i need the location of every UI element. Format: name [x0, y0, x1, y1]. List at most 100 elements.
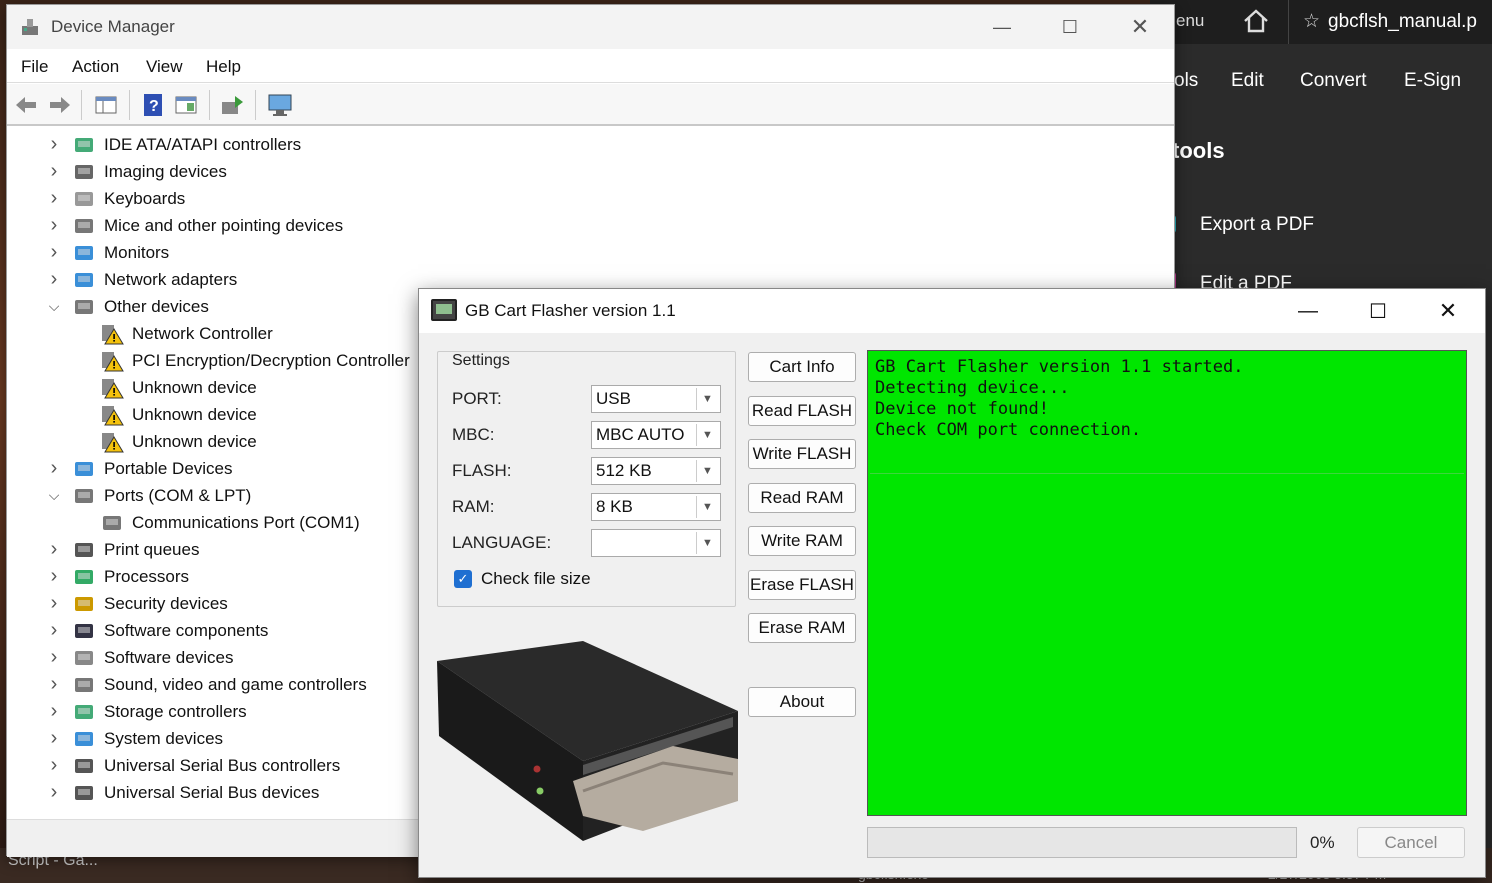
- tree-device[interactable]: PCI Encryption/Decryption Controller: [100, 347, 410, 374]
- chevron-right-icon[interactable]: ›: [44, 700, 64, 723]
- tree-category[interactable]: › Software components: [44, 617, 269, 644]
- port-select[interactable]: USB ▼: [591, 385, 721, 413]
- chevron-down-icon[interactable]: ▼: [696, 460, 718, 482]
- gb-app-icon: [431, 299, 457, 321]
- tree-category[interactable]: › Storage controllers: [44, 698, 247, 725]
- tree-category[interactable]: › Mice and other pointing devices: [44, 212, 343, 239]
- mbc-select[interactable]: MBC AUTO ▼: [591, 421, 721, 449]
- gb-titlebar[interactable]: GB Cart Flasher version 1.1 — ☐ ✕: [419, 289, 1485, 333]
- forward-icon[interactable]: [47, 92, 73, 118]
- tree-category[interactable]: › Security devices: [44, 590, 228, 617]
- tree-device[interactable]: Unknown device: [100, 428, 257, 455]
- tree-category[interactable]: › Universal Serial Bus controllers: [44, 752, 341, 779]
- warning-device-icon: [100, 323, 124, 345]
- chevron-right-icon[interactable]: ›: [44, 727, 64, 750]
- check-file-size-label[interactable]: Check file size: [481, 569, 591, 589]
- tree-category[interactable]: › Print queues: [44, 536, 200, 563]
- read-ram-button[interactable]: Read RAM: [748, 483, 856, 513]
- tree-item-label: Portable Devices: [104, 458, 233, 478]
- erase-flash-button[interactable]: Erase FLASH: [748, 570, 856, 600]
- chevron-down-icon[interactable]: ▼: [696, 532, 718, 554]
- maximize-button[interactable]: ☐: [1343, 289, 1413, 333]
- tree-device[interactable]: Unknown device: [100, 374, 257, 401]
- chevron-right-icon[interactable]: ›: [44, 565, 64, 588]
- tree-item-label: IDE ATA/ATAPI controllers: [104, 134, 302, 154]
- tree-item-label: PCI Encryption/Decryption Controller: [132, 350, 410, 370]
- nav-edit[interactable]: Edit: [1231, 70, 1264, 92]
- chevron-down-icon[interactable]: ⌵: [44, 487, 64, 504]
- tree-category[interactable]: › Network adapters: [44, 266, 238, 293]
- flash-select[interactable]: 512 KB ▼: [591, 457, 721, 485]
- chevron-right-icon[interactable]: ›: [44, 619, 64, 642]
- chevron-right-icon[interactable]: ›: [44, 268, 64, 291]
- language-select[interactable]: ▼: [591, 529, 721, 557]
- tree-category[interactable]: › Portable Devices: [44, 455, 233, 482]
- scan-hardware-changes-icon[interactable]: [265, 92, 295, 118]
- chevron-right-icon[interactable]: ›: [44, 241, 64, 264]
- chevron-right-icon[interactable]: ›: [44, 538, 64, 561]
- tree-device[interactable]: Communications Port (COM1): [100, 509, 360, 536]
- erase-ram-button[interactable]: Erase RAM: [748, 613, 856, 643]
- device-manager-titlebar[interactable]: Device Manager — ☐ ✕: [7, 5, 1174, 49]
- tree-category[interactable]: › IDE ATA/ATAPI controllers: [44, 131, 301, 158]
- chevron-right-icon[interactable]: ›: [44, 133, 64, 156]
- document-tab[interactable]: ☆ gbcflsh_manual.p: [1288, 0, 1492, 44]
- tree-device[interactable]: Network Controller: [100, 320, 273, 347]
- chevron-right-icon[interactable]: ›: [44, 187, 64, 210]
- ram-select[interactable]: 8 KB ▼: [591, 493, 721, 521]
- chevron-right-icon[interactable]: ›: [44, 646, 64, 669]
- check-file-size-checkbox[interactable]: ✓: [454, 570, 472, 588]
- update-driver-icon[interactable]: [219, 92, 245, 118]
- chevron-right-icon[interactable]: ›: [44, 754, 64, 777]
- home-icon[interactable]: [1242, 8, 1270, 34]
- cart-info-button[interactable]: Cart Info: [748, 352, 856, 382]
- tree-category[interactable]: › Sound, video and game controllers: [44, 671, 367, 698]
- back-icon[interactable]: [13, 92, 39, 118]
- star-icon[interactable]: ☆: [1303, 11, 1320, 32]
- chevron-down-icon[interactable]: ▼: [696, 388, 718, 410]
- menu-action[interactable]: Action: [72, 57, 119, 77]
- minimize-button[interactable]: —: [967, 5, 1037, 49]
- about-button[interactable]: About: [748, 687, 856, 717]
- export-pdf-item[interactable]: Export a PDF: [1200, 214, 1314, 236]
- chevron-right-icon[interactable]: ›: [44, 214, 64, 237]
- nav-tools-fragment[interactable]: ols: [1174, 70, 1198, 92]
- system-device-icon: [72, 728, 96, 750]
- read-flash-button[interactable]: Read FLASH: [748, 396, 856, 426]
- minimize-button[interactable]: —: [1273, 289, 1343, 333]
- menu-fragment[interactable]: enu: [1176, 11, 1204, 31]
- tree-category[interactable]: › Universal Serial Bus devices: [44, 779, 320, 806]
- tree-category[interactable]: › Monitors: [44, 239, 170, 266]
- properties-icon[interactable]: [173, 92, 199, 118]
- close-button[interactable]: ✕: [1105, 5, 1175, 49]
- nav-convert[interactable]: Convert: [1300, 70, 1367, 92]
- chevron-right-icon[interactable]: ›: [44, 673, 64, 696]
- tree-category[interactable]: › Imaging devices: [44, 158, 227, 185]
- nav-esign[interactable]: E-Sign: [1404, 70, 1461, 92]
- chevron-down-icon[interactable]: ▼: [696, 496, 718, 518]
- maximize-button[interactable]: ☐: [1035, 5, 1105, 49]
- chevron-right-icon[interactable]: ›: [44, 457, 64, 480]
- chevron-right-icon[interactable]: ›: [44, 781, 64, 804]
- menu-file[interactable]: File: [21, 57, 48, 77]
- chevron-down-icon[interactable]: ⌵: [44, 298, 64, 315]
- show-hide-console-tree-icon[interactable]: [93, 92, 119, 118]
- tree-category[interactable]: › Keyboards: [44, 185, 186, 212]
- tree-category[interactable]: › Processors: [44, 563, 189, 590]
- write-flash-button[interactable]: Write FLASH: [748, 439, 856, 469]
- tree-device[interactable]: Unknown device: [100, 401, 257, 428]
- menu-help[interactable]: Help: [206, 57, 241, 77]
- menu-view[interactable]: View: [146, 57, 183, 77]
- tree-category[interactable]: ⌵ Ports (COM & LPT): [44, 482, 252, 509]
- chevron-down-icon[interactable]: ▼: [696, 424, 718, 446]
- tree-category[interactable]: › Software devices: [44, 644, 234, 671]
- write-ram-button[interactable]: Write RAM: [748, 526, 856, 556]
- chevron-right-icon[interactable]: ›: [44, 592, 64, 615]
- tree-category[interactable]: › System devices: [44, 725, 223, 752]
- help-icon[interactable]: ?: [140, 92, 166, 118]
- log-console[interactable]: GB Cart Flasher version 1.1 started. Dete…: [867, 350, 1467, 816]
- close-button[interactable]: ✕: [1413, 289, 1483, 333]
- chevron-right-icon[interactable]: ›: [44, 160, 64, 183]
- cancel-button[interactable]: Cancel: [1357, 827, 1465, 858]
- tree-category[interactable]: ⌵ Other devices: [44, 293, 209, 320]
